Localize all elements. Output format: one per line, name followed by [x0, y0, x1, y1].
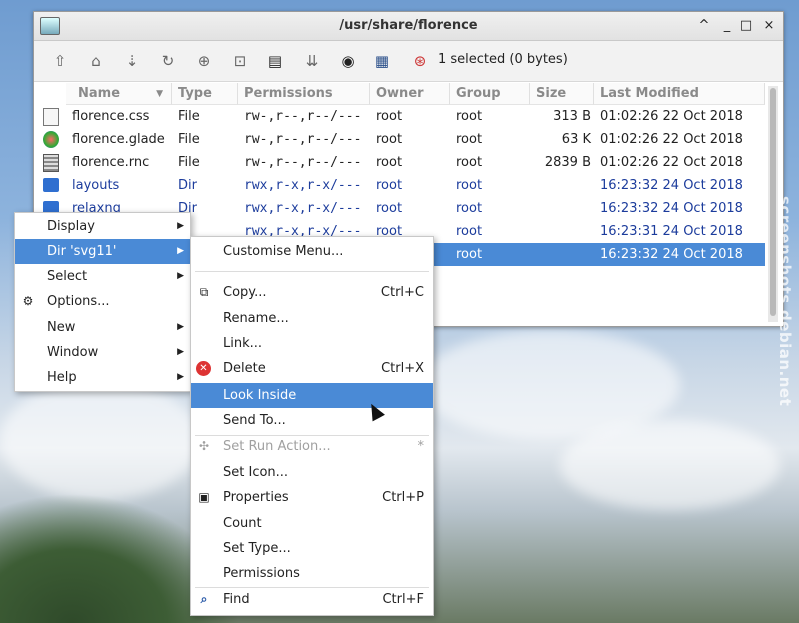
menu-item-count[interactable]: Count — [191, 511, 433, 536]
toolbar: ⇧ ⌂ ⇣ ↻ ⊕ ⊡ ▤ ⇊ ◉ ▦ ⊛ 1 selected (0 byte… — [34, 41, 783, 82]
home-icon[interactable]: ⌂ — [84, 49, 108, 73]
menu-item-new[interactable]: New ▶ — [15, 315, 190, 340]
column-header-owner[interactable]: Owner — [370, 83, 450, 105]
column-header-type[interactable]: Type — [172, 83, 238, 105]
refresh-icon[interactable]: ↻ — [156, 49, 180, 73]
submenu-arrow-icon: ▶ — [177, 221, 184, 231]
glade-icon — [43, 131, 59, 148]
details-icon[interactable]: ▦ — [370, 49, 394, 73]
search-icon: ⌕ — [200, 592, 208, 606]
options-icon: ⚙ — [22, 294, 34, 308]
help-icon[interactable]: ⊛ — [408, 49, 432, 73]
menu-item-options[interactable]: ⚙ Options... — [15, 289, 190, 314]
menu-item-properties[interactable]: ▣ Properties Ctrl+P — [191, 485, 433, 510]
submenu-arrow-icon: ▶ — [177, 372, 184, 382]
properties-icon: ▣ — [198, 490, 210, 504]
up-arrow-icon[interactable]: ⇧ — [48, 49, 72, 73]
menu-item-find[interactable]: ⌕ Find Ctrl+F — [191, 587, 433, 612]
menu-item-look-inside[interactable]: Look Inside — [191, 383, 433, 408]
show-hidden-eye-icon[interactable]: ◉ — [336, 49, 360, 73]
menu-item-customise[interactable]: Customise Menu... — [191, 239, 433, 264]
sort-icon[interactable]: ⇊ — [300, 49, 324, 73]
shade-button[interactable]: ^ — [694, 16, 714, 36]
window-title: /usr/share/florence — [339, 18, 478, 33]
menu-item-display[interactable]: Display ▶ — [15, 214, 190, 239]
menu-item-link[interactable]: Link... — [191, 331, 433, 356]
folder-icon — [43, 178, 59, 192]
watermark: screenshots.debian.net — [776, 196, 794, 407]
menu-item-copy[interactable]: ⧉ Copy... Ctrl+C — [191, 280, 433, 305]
close-button[interactable]: × — [759, 16, 779, 36]
menu-item-dir-svg11[interactable]: Dir 'svg11' ▶ — [15, 239, 190, 264]
bookmarks-icon[interactable]: ⇣ — [120, 49, 144, 73]
column-header-group[interactable]: Group — [450, 83, 530, 105]
run-action-icon: ✣ — [198, 439, 210, 453]
menu-item-rename[interactable]: Rename... — [191, 306, 433, 331]
table-row[interactable]: layouts Dir rwx,r-x,r-x/--- root root 16… — [38, 174, 765, 197]
submenu-arrow-icon: ▶ — [177, 246, 184, 256]
zoom-in-icon[interactable]: ⊕ — [192, 49, 216, 73]
menu-item-help[interactable]: Help ▶ — [15, 365, 190, 390]
rnc-icon — [43, 154, 59, 172]
column-header-last-modified[interactable]: Last Modified — [594, 83, 765, 105]
column-header-size[interactable]: Size — [530, 83, 594, 105]
submenu-arrow-icon: ▶ — [177, 271, 184, 281]
delete-icon: ✕ — [196, 361, 211, 376]
dir-submenu: Customise Menu... ⧉ Copy... Ctrl+C Rename… — [190, 236, 434, 616]
column-header-name[interactable]: Name ▼ — [66, 83, 172, 105]
maximize-button[interactable]: □ — [736, 16, 756, 36]
table-row[interactable]: florence.css File rw-,r--,r--/--- root r… — [38, 105, 765, 128]
main-popup-menu: Display ▶ Dir 'svg11' ▶ Select ▶ ⚙ Options.… — [14, 212, 191, 392]
menu-separator — [195, 271, 429, 272]
minimize-button[interactable]: _ — [717, 16, 737, 36]
menu-item-set-run-action[interactable]: ✣ Set Run Action... * — [191, 434, 433, 459]
menu-item-delete[interactable]: ✕ Delete Ctrl+X — [191, 356, 433, 381]
submenu-arrow-icon: ▶ — [177, 347, 184, 357]
document-icon — [43, 108, 59, 126]
menu-item-permissions[interactable]: Permissions — [191, 561, 433, 586]
menu-item-set-type[interactable]: Set Type... — [191, 536, 433, 561]
table-row[interactable]: florence.rnc File rw-,r--,r--/--- root r… — [38, 151, 765, 174]
copy-icon: ⧉ — [199, 285, 209, 299]
fit-icon[interactable]: ⊡ — [228, 49, 252, 73]
menu-item-window[interactable]: Window ▶ — [15, 340, 190, 365]
selection-status: 1 selected (0 bytes) — [438, 52, 568, 67]
table-row[interactable]: florence.glade File rw-,r--,r--/--- root… — [38, 128, 765, 151]
list-view-icon[interactable]: ▤ — [263, 49, 287, 73]
sort-arrow-icon: ▼ — [156, 89, 163, 99]
menu-item-send-to[interactable]: Send To... — [191, 408, 433, 433]
column-header-permissions[interactable]: Permissions — [238, 83, 370, 105]
title-bar[interactable]: /usr/share/florence ^ _ □ × — [34, 12, 783, 41]
menu-item-select[interactable]: Select ▶ — [15, 264, 190, 289]
submenu-arrow-icon: ▶ — [177, 322, 184, 332]
menu-item-set-icon[interactable]: Set Icon... — [191, 460, 433, 485]
